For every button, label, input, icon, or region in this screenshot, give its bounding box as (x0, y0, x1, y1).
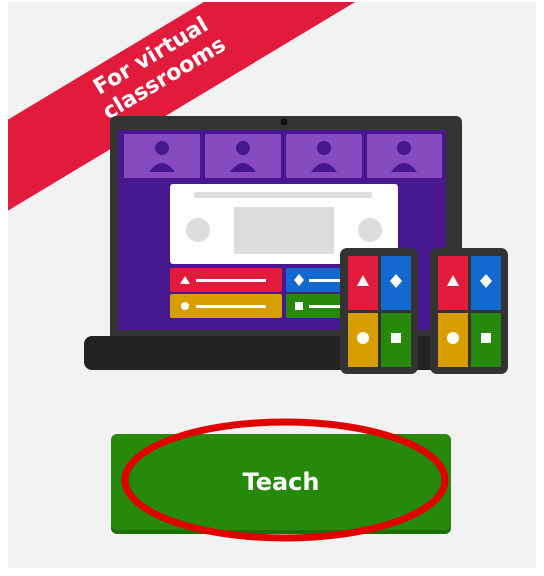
square-icon (391, 333, 401, 343)
laptop-base (84, 336, 484, 370)
virtual-classroom-illustration (84, 116, 508, 374)
square-icon (481, 333, 491, 343)
phone-controller-icon (430, 248, 508, 374)
virtual-classroom-card: For virtual classrooms Teach (8, 2, 536, 568)
participant-avatar-icon (367, 134, 442, 178)
circle-icon (181, 302, 189, 310)
circle-icon (357, 332, 369, 344)
circle-icon (447, 332, 459, 344)
participant-avatar-icon (286, 134, 362, 178)
phone-controller-icon (340, 248, 418, 374)
webcam-icon (280, 118, 288, 126)
participant-avatar-icon (124, 134, 200, 178)
participant-avatar-icon (205, 134, 281, 178)
square-icon (295, 302, 303, 310)
teach-button[interactable]: Teach (111, 434, 451, 530)
